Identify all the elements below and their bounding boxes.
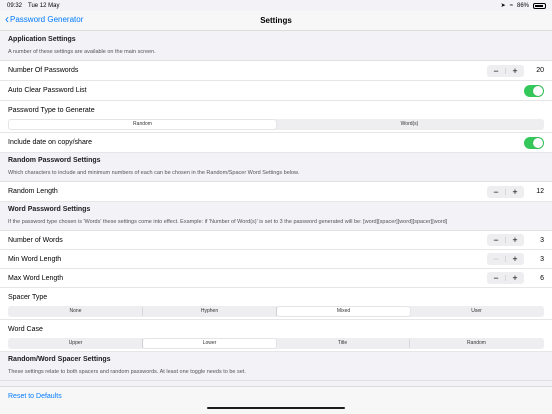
battery-percent: 86% xyxy=(516,2,529,9)
case-option-lower[interactable]: Lower xyxy=(143,339,276,348)
number-of-passwords-stepper[interactable]: − + xyxy=(487,64,524,77)
max-word-length-value: 6 xyxy=(540,274,544,282)
number-of-words-value: 3 xyxy=(540,236,544,244)
min-word-length-value: 3 xyxy=(540,255,544,263)
reset-to-defaults-button[interactable]: Reset to Defaults xyxy=(8,393,62,400)
section-header-application: Application Settings xyxy=(8,36,76,43)
password-type-option-random[interactable]: Random xyxy=(9,120,276,129)
number-of-words-row: Number of Words − + 3 xyxy=(0,231,552,250)
increment-button[interactable]: + xyxy=(506,253,524,265)
number-of-passwords-row: Number Of Passwords − + 20 xyxy=(0,61,552,81)
spacer-option-hyphen[interactable]: Hyphen xyxy=(143,307,277,316)
password-type-segmented-control[interactable]: Random Word(s) xyxy=(8,119,544,130)
battery-icon xyxy=(533,2,546,9)
include-date-row: Include date on copy/share xyxy=(0,133,552,153)
spacer-option-mixed[interactable]: Mixed xyxy=(277,307,410,316)
number-of-passwords-value: 20 xyxy=(536,67,544,74)
status-date: Tue 12 May xyxy=(28,2,60,9)
section-desc-application: A number of these settings are available… xyxy=(0,46,552,61)
max-word-length-stepper[interactable]: − + xyxy=(487,272,524,284)
number-of-words-stepper[interactable]: − + xyxy=(487,234,524,246)
section-header-spacer: Random/Word Spacer Settings xyxy=(8,356,111,363)
min-word-length-label: Min Word Length xyxy=(8,255,62,263)
max-word-length-row: Max Word Length − + 6 xyxy=(0,269,552,288)
status-right: ➤ ≈ 86% xyxy=(501,2,546,9)
word-case-label: Word Case xyxy=(8,325,43,333)
section-desc-random: Which characters to include and minimum … xyxy=(0,167,552,182)
case-option-upper[interactable]: Upper xyxy=(9,339,143,348)
auto-clear-toggle[interactable] xyxy=(524,84,544,97)
increment-button[interactable]: + xyxy=(506,65,524,77)
auto-clear-row: Auto Clear Password List xyxy=(0,81,552,101)
home-indicator xyxy=(207,407,345,409)
include-date-label: Include date on copy/share xyxy=(8,139,93,146)
section-header-word: Word Password Settings xyxy=(8,206,91,213)
status-time: 09:32 xyxy=(7,2,23,9)
spacer-type-segmented-control[interactable]: None Hyphen Mixed User xyxy=(8,306,544,317)
section-desc-word: If the password type chosen is 'Words' t… xyxy=(0,216,552,231)
min-word-length-row: Min Word Length − + 3 xyxy=(0,250,552,269)
password-type-row: Random Word(s) xyxy=(0,119,552,133)
include-date-toggle[interactable] xyxy=(524,136,544,149)
password-type-option-words[interactable]: Word(s) xyxy=(276,120,543,129)
spacer-type-row: None Hyphen Mixed User xyxy=(0,306,552,320)
decrement-button[interactable]: − xyxy=(487,186,505,198)
word-case-label-row: Word Case xyxy=(0,320,552,338)
navigation-bar: ‹ Password Generator Settings xyxy=(0,11,552,31)
auto-clear-label: Auto Clear Password List xyxy=(8,87,87,94)
case-option-random[interactable]: Random xyxy=(410,339,543,348)
spacer-option-none[interactable]: None xyxy=(9,307,143,316)
random-length-row: Random Length − + 12 xyxy=(0,182,552,202)
number-of-words-label: Number of Words xyxy=(8,236,63,244)
decrement-button[interactable]: − xyxy=(487,253,505,265)
increment-button[interactable]: + xyxy=(506,186,524,198)
password-type-label: Password Type to Generate xyxy=(8,106,95,114)
word-case-segmented-control[interactable]: Upper Lower Title Random xyxy=(8,338,544,349)
min-word-length-stepper[interactable]: − + xyxy=(487,253,524,265)
section-header-random: Random Password Settings xyxy=(8,157,101,164)
decrement-button[interactable]: − xyxy=(487,234,505,246)
number-of-passwords-label: Number Of Passwords xyxy=(8,67,79,74)
location-icon: ➤ xyxy=(500,3,506,9)
increment-button[interactable]: + xyxy=(506,234,524,246)
decrement-button[interactable]: − xyxy=(487,272,505,284)
random-length-value: 12 xyxy=(536,188,544,195)
bottom-toolbar: Reset to Defaults xyxy=(0,386,552,414)
increment-button[interactable]: + xyxy=(506,272,524,284)
password-type-label-row: Password Type to Generate xyxy=(0,101,552,119)
spacer-type-label: Spacer Type xyxy=(8,293,48,301)
random-length-label: Random Length xyxy=(8,188,58,195)
case-option-title[interactable]: Title xyxy=(276,339,410,348)
page-title: Settings xyxy=(260,16,292,25)
settings-list[interactable]: Application Settings A number of these s… xyxy=(0,32,552,386)
spacer-type-label-row: Spacer Type xyxy=(0,288,552,306)
decrement-button[interactable]: − xyxy=(487,65,505,77)
max-word-length-label: Max Word Length xyxy=(8,274,64,282)
spacer-option-user[interactable]: User xyxy=(410,307,543,316)
section-desc-spacer: These settings relate to both spacers an… xyxy=(0,366,552,381)
status-bar: 09:32 Tue 12 May ➤ ≈ 86% xyxy=(0,0,552,11)
wifi-icon: ≈ xyxy=(509,2,513,9)
word-case-row: Upper Lower Title Random xyxy=(0,338,552,352)
random-length-stepper[interactable]: − + xyxy=(487,185,524,198)
